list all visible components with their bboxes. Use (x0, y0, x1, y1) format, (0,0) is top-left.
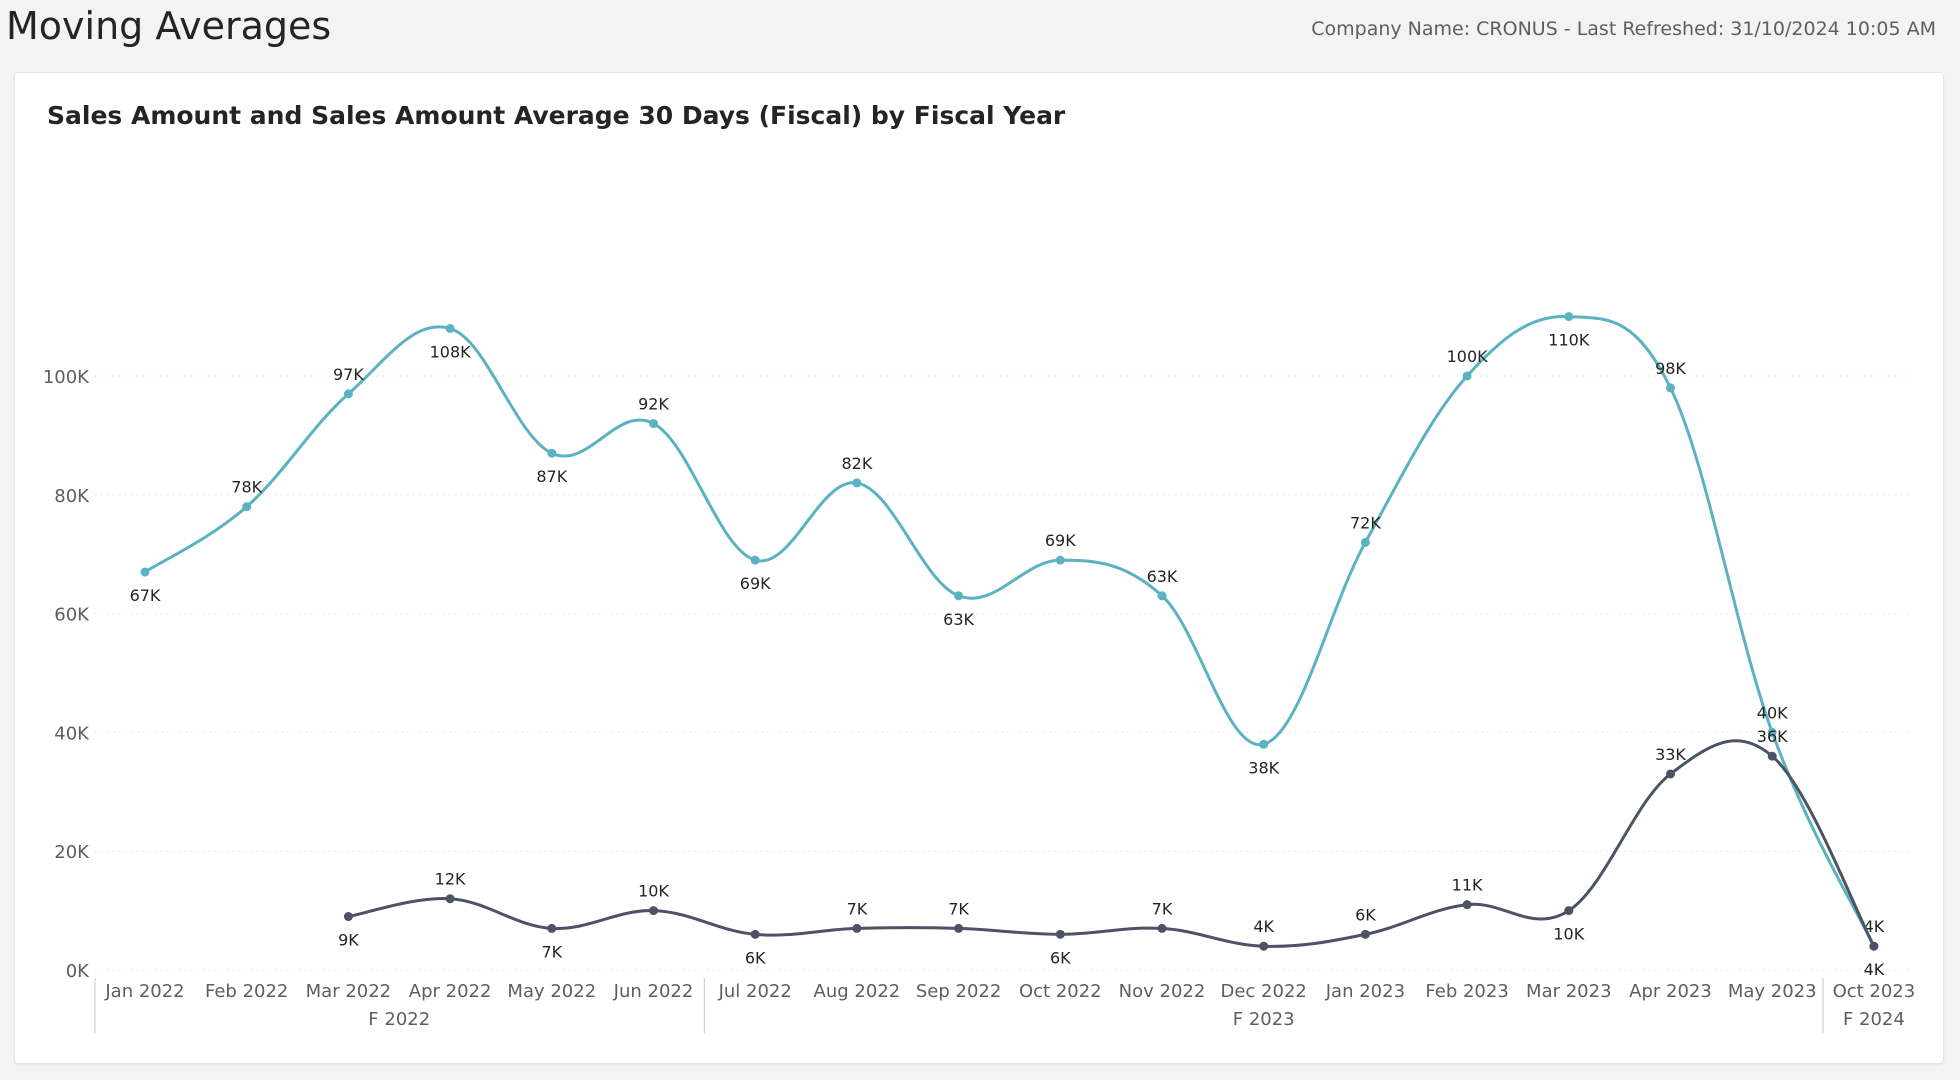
data-point[interactable] (1462, 900, 1472, 910)
y-tick-label: 0K (66, 961, 90, 982)
x-tick-label: May 2023 (1728, 981, 1817, 1002)
data-label: 11K (1452, 876, 1483, 895)
data-point[interactable] (954, 923, 964, 933)
data-point[interactable] (242, 502, 252, 512)
x-tick-label: Mar 2022 (306, 981, 392, 1002)
data-label: 108K (430, 342, 472, 361)
data-label: 12K (435, 870, 466, 889)
data-point[interactable] (547, 448, 557, 458)
data-point[interactable] (1055, 929, 1065, 939)
data-point[interactable] (1259, 739, 1269, 749)
data-label: 92K (638, 395, 669, 414)
y-tick-label: 80K (54, 486, 90, 507)
data-point[interactable] (140, 567, 150, 577)
x-tick-label: Mar 2023 (1526, 981, 1612, 1002)
data-point[interactable] (445, 894, 455, 904)
x-tick-label: Oct 2022 (1019, 981, 1102, 1002)
data-label: 98K (1655, 359, 1686, 378)
data-label: 78K (231, 478, 262, 497)
data-label: 110K (1548, 331, 1590, 350)
data-point[interactable] (1157, 923, 1167, 933)
x-tick-label: Nov 2022 (1119, 981, 1206, 1002)
data-label: 63K (1147, 567, 1178, 586)
x-tick-label: Jun 2022 (613, 981, 694, 1002)
y-tick-label: 60K (54, 605, 90, 626)
data-point[interactable] (1564, 906, 1574, 916)
data-point[interactable] (343, 389, 353, 399)
chart-card[interactable]: Sales Amount and Sales Amount Average 30… (14, 72, 1944, 1064)
data-label: 40K (1757, 703, 1788, 722)
x-tick-label: Aug 2022 (814, 981, 901, 1002)
x-tick-label: May 2022 (507, 981, 596, 1002)
data-label: 38K (1248, 758, 1279, 777)
data-point[interactable] (954, 591, 964, 601)
data-point[interactable] (1564, 312, 1574, 322)
x-group-label: F 2024 (1843, 1009, 1905, 1030)
y-tick-label: 100K (43, 367, 90, 388)
data-point[interactable] (1462, 371, 1472, 381)
data-label: 69K (740, 574, 771, 593)
data-point[interactable] (1360, 537, 1370, 547)
data-label: 100K (1447, 347, 1489, 366)
data-label: 4K (1253, 917, 1274, 936)
data-label: 7K (541, 942, 562, 961)
x-tick-label: Apr 2022 (409, 981, 492, 1002)
data-label: 7K (948, 899, 969, 918)
data-point[interactable] (1666, 769, 1675, 779)
x-tick-label: Oct 2023 (1833, 981, 1916, 1002)
data-label: 10K (638, 882, 669, 901)
data-label: 67K (130, 586, 161, 605)
data-label: 4K (1864, 960, 1885, 979)
line-chart[interactable]: 0K 20K 40K 60K 80K 100K Jan 2022 Feb 2022 Mar 20… (15, 73, 1943, 1063)
data-point[interactable] (1157, 591, 1167, 601)
data-label: 82K (841, 454, 872, 473)
data-label: 36K (1757, 727, 1788, 746)
data-label: 69K (1045, 531, 1076, 550)
data-point[interactable] (750, 555, 760, 565)
data-point[interactable] (343, 912, 353, 922)
y-tick-label: 40K (54, 723, 90, 744)
data-point[interactable] (852, 923, 862, 933)
y-tick-label: 20K (54, 842, 90, 863)
series-line-2[interactable] (348, 739, 1876, 948)
data-point[interactable] (1055, 555, 1065, 565)
x-tick-label: Jan 2022 (104, 981, 184, 1002)
data-label: 63K (943, 610, 974, 629)
data-label: 87K (536, 467, 567, 486)
x-tick-label: Feb 2022 (205, 981, 288, 1002)
x-tick-label: Feb 2023 (1425, 981, 1508, 1002)
data-point[interactable] (649, 906, 658, 916)
data-label: 6K (1050, 948, 1071, 967)
data-point[interactable] (1869, 941, 1879, 951)
data-label: 7K (847, 899, 868, 918)
data-point[interactable] (750, 929, 760, 939)
x-tick-label: Jul 2022 (718, 981, 792, 1002)
data-label: 6K (745, 948, 766, 967)
data-point[interactable] (445, 323, 455, 333)
data-label: 72K (1350, 513, 1381, 532)
data-label: 97K (333, 365, 364, 384)
data-point[interactable] (1259, 941, 1269, 951)
data-point[interactable] (649, 419, 658, 429)
data-point[interactable] (852, 478, 862, 488)
data-label: 6K (1355, 905, 1376, 924)
x-group-label: F 2022 (368, 1009, 430, 1030)
data-label: 9K (338, 931, 359, 950)
x-tick-label: Sep 2022 (916, 981, 1001, 1002)
refresh-info: Company Name: CRONUS - Last Refreshed: 3… (1311, 18, 1936, 40)
data-point[interactable] (1767, 751, 1777, 761)
page-title: Moving Averages (6, 4, 332, 48)
x-group-label: F 2023 (1233, 1009, 1295, 1030)
data-point[interactable] (1666, 383, 1675, 393)
data-point[interactable] (1360, 929, 1370, 939)
x-tick-label: Dec 2022 (1221, 981, 1307, 1002)
x-tick-label: Jan 2023 (1325, 981, 1405, 1002)
data-label: 10K (1553, 925, 1584, 944)
data-point[interactable] (547, 923, 557, 933)
data-label: 7K (1152, 899, 1173, 918)
data-label: 33K (1655, 745, 1686, 764)
x-tick-label: Apr 2023 (1629, 981, 1712, 1002)
